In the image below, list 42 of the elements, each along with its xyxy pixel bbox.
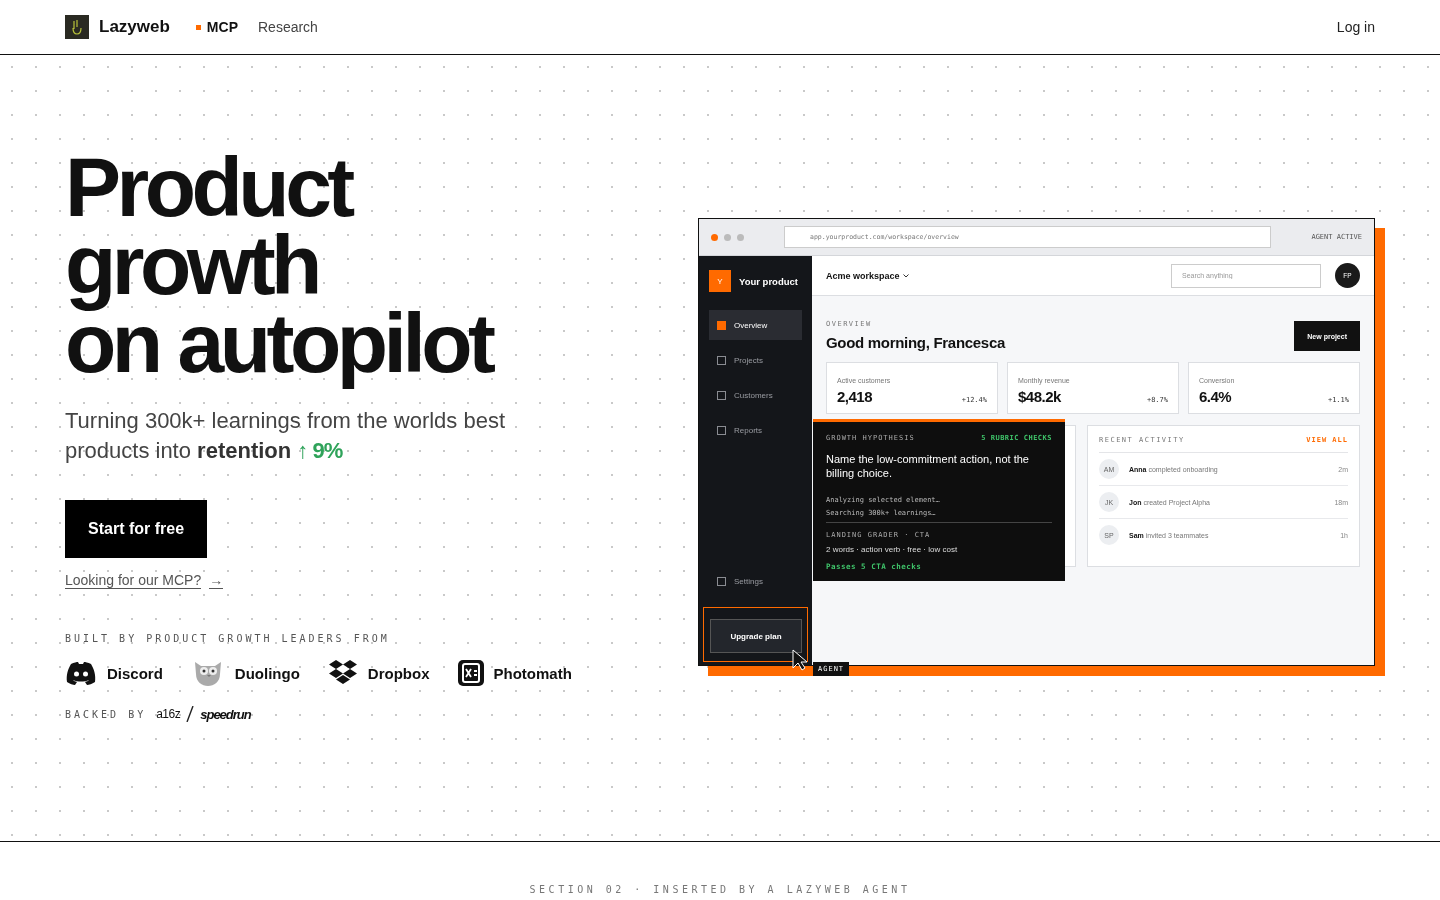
window-dot-icon (711, 233, 718, 241)
sidebar-item[interactable]: Customers (709, 380, 802, 410)
product-name: Your product (739, 275, 798, 287)
company-name: Photomath (493, 664, 572, 682)
nav-link[interactable]: MCP (195, 19, 238, 35)
stat-value: 2,418 (837, 388, 873, 405)
hero-title: Product growth on autopilot (65, 142, 492, 392)
brand-name[interactable]: Lazyweb (99, 17, 170, 37)
window-dot-icon (724, 233, 731, 241)
sidebar-item[interactable]: Overview (709, 310, 802, 340)
investor-name: a16z (156, 707, 181, 721)
nav-link[interactable]: Research (258, 19, 318, 35)
company-name: Duolingo (234, 664, 300, 682)
start-button[interactable]: Start for free (65, 500, 208, 558)
controller-face-icon (65, 661, 97, 685)
section-label: SECTION 02 · INSERTED BY A LAZYWEB AGENT (529, 884, 911, 895)
x-equals-icon (457, 660, 484, 686)
slash-icon (186, 706, 195, 722)
investor-name: speedrun (200, 706, 251, 722)
hand-logo-icon (65, 15, 89, 39)
window-dot-icon (737, 233, 744, 241)
hypothesis-headline: Name the low-commitment action, not the billing choice. (826, 452, 1030, 480)
sidebar-item[interactable]: Settings (709, 566, 802, 596)
companies-label: BUILT BY PRODUCT GROWTH LEADERS FROM (65, 633, 390, 644)
product-badge: Y (709, 270, 731, 292)
hero-subtitle: Turning 300k+ learnings from the worlds best products into retention ↑ 9% (65, 407, 507, 465)
chevron-down-icon[interactable] (902, 273, 909, 278)
upgrade-button[interactable]: Upgrade plan (710, 619, 802, 653)
login-link[interactable]: Log in (1336, 19, 1375, 35)
arrow-link[interactable]: → (209, 572, 224, 589)
backed-label: BACKED BY (65, 708, 147, 720)
sidebar-item[interactable]: Projects (709, 345, 802, 375)
dropbox-boxes-icon (327, 660, 358, 686)
grader-criteria: 2 words · action verb · free · low cost (826, 545, 959, 554)
stat-value: 6.4% (1199, 388, 1232, 405)
workspace-selector[interactable]: Acme workspace (826, 270, 900, 281)
company-name: Discord (107, 664, 163, 682)
mcp-link[interactable]: Looking for our MCP? (65, 572, 202, 589)
stat-value: $48.2k (1018, 388, 1061, 405)
sidebar-item[interactable]: Reports (709, 415, 802, 445)
greeting-heading: Good morning, Francesca (826, 334, 1005, 351)
company-name: Dropbox (367, 664, 430, 682)
